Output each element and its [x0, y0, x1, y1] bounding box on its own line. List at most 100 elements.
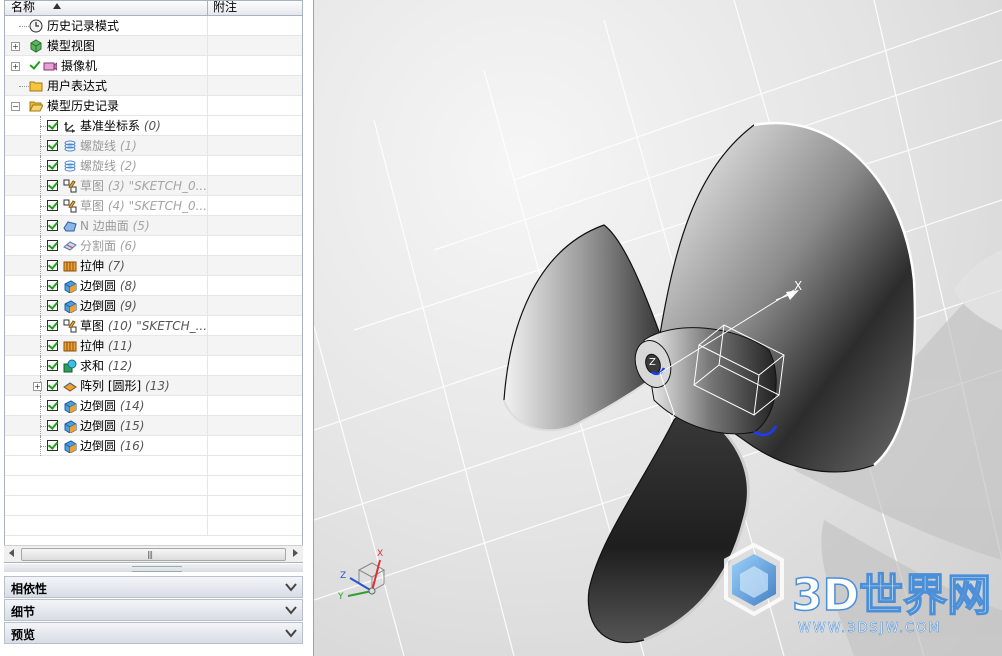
scroll-left-arrow-icon[interactable] — [9, 549, 14, 557]
feature-visibility-checkbox[interactable] — [47, 360, 58, 371]
tree-row-model-history[interactable]: − 模型历史记录 — [5, 96, 302, 116]
feature-visibility-checkbox[interactable] — [47, 320, 58, 331]
expand-plus-icon[interactable]: + — [11, 62, 20, 71]
feature-visibility-checkbox[interactable] — [47, 120, 58, 131]
tree-line — [40, 266, 46, 267]
tree-line — [40, 286, 46, 287]
tree-row-feature[interactable]: 分割面 (6) — [5, 236, 302, 256]
edge-blend-icon — [64, 420, 77, 433]
tree-row-feature[interactable]: N 边曲面 (5) — [5, 216, 302, 236]
panel-dependencies[interactable]: 相依性 — [4, 576, 303, 598]
tree-row-feature[interactable]: 草图 (4) "SKETCH_0... — [5, 196, 302, 216]
column-notes-header[interactable]: 附注 — [213, 1, 237, 15]
chevron-down-icon[interactable] — [284, 626, 298, 640]
tree-row-feature[interactable]: 螺旋线 (2) — [5, 156, 302, 176]
feature-visibility-checkbox[interactable] — [47, 340, 58, 351]
helix-icon — [64, 140, 76, 152]
tree-row-feature[interactable]: 边倒圆 (8) — [5, 276, 302, 296]
tree-row-feature[interactable]: 草图 (3) "SKETCH_0... — [5, 176, 302, 196]
extrude-icon — [63, 341, 77, 352]
horizontal-scrollbar[interactable]: ||| — [4, 545, 303, 562]
tree-row-feature[interactable]: + 阵列 [圆形] (13) — [5, 376, 302, 396]
feature-visibility-checkbox[interactable] — [47, 160, 58, 171]
tree-line — [40, 326, 46, 327]
feature-number: (14) — [119, 399, 145, 413]
tree-row-label: 拉伸 (7) — [80, 258, 125, 274]
tree-row-feature[interactable]: 螺旋线 (1) — [5, 136, 302, 156]
feature-visibility-checkbox[interactable] — [47, 180, 58, 191]
feature-visibility-checkbox[interactable] — [47, 380, 58, 391]
tree-row-history-mode[interactable]: 历史记录模式 — [5, 16, 302, 36]
panel-splitter[interactable] — [4, 564, 303, 572]
feature-name: 边倒圆 — [80, 419, 117, 433]
datum-csys-icon — [64, 122, 75, 133]
datum-y-label: Y — [667, 411, 676, 425]
expand-plus-icon[interactable]: + — [11, 42, 20, 51]
pattern-icon — [63, 382, 77, 392]
collapse-minus-icon[interactable]: − — [11, 102, 20, 111]
feature-number: (4) "SKETCH_0... — [107, 199, 208, 213]
panel-preview[interactable]: 预览 — [4, 622, 303, 644]
feature-number: (16) — [119, 439, 145, 453]
feature-visibility-checkbox[interactable] — [47, 200, 58, 211]
chevron-down-icon[interactable] — [284, 603, 298, 617]
visible-check-icon[interactable] — [29, 59, 39, 69]
model-scene: X Y Z X Y Z 3D世界网 WWW.3DSJW.COM — [314, 0, 1002, 656]
feature-number: (0) — [143, 119, 161, 133]
feature-visibility-checkbox[interactable] — [47, 420, 58, 431]
part-navigator: 名称 附注 历史记录模式 + 模型视图 + 摄像机 用户表达式 − 模型历史记录… — [0, 0, 314, 656]
tree-row-label: 边倒圆 (16) — [80, 438, 144, 454]
tree-line — [40, 126, 46, 127]
tree-row-empty — [5, 476, 302, 496]
tree-row-feature[interactable]: 边倒圆 (16) — [5, 436, 302, 456]
scroll-right-arrow-icon[interactable] — [293, 549, 298, 557]
feature-number: (2) — [119, 159, 137, 173]
feature-name: 拉伸 — [80, 259, 105, 273]
column-divider[interactable] — [207, 1, 208, 15]
tree-row-feature[interactable]: 拉伸 (7) — [5, 256, 302, 276]
tree-row-model-views[interactable]: + 模型视图 — [5, 36, 302, 56]
edge-blend-icon — [64, 440, 77, 453]
graphics-window[interactable]: X Y Z X Y Z 3D世界网 WWW.3DSJW.COM — [314, 0, 1002, 656]
tree-row-label: 草图 (3) "SKETCH_0... — [80, 178, 207, 194]
expand-plus-icon[interactable]: + — [33, 382, 42, 391]
feature-number: (10) "SKETCH_... — [107, 319, 208, 333]
feature-visibility-checkbox[interactable] — [47, 280, 58, 291]
tree-row-feature[interactable]: 边倒圆 (14) — [5, 396, 302, 416]
edge-blend-icon — [64, 280, 77, 293]
feature-visibility-checkbox[interactable] — [47, 260, 58, 271]
feature-visibility-checkbox[interactable] — [47, 400, 58, 411]
tree-row-feature[interactable]: 草图 (10) "SKETCH_... — [5, 316, 302, 336]
feature-visibility-checkbox[interactable] — [47, 440, 58, 451]
column-header: 名称 附注 — [5, 1, 302, 16]
tree-row-cameras[interactable]: + 摄像机 — [5, 56, 302, 76]
feature-number: (15) — [119, 419, 145, 433]
tree-row-user-expressions[interactable]: 用户表达式 — [5, 76, 302, 96]
feature-name: 基准坐标系 — [80, 119, 141, 133]
feature-visibility-checkbox[interactable] — [47, 220, 58, 231]
tree-row-label: 用户表达式 — [47, 79, 108, 93]
feature-visibility-checkbox[interactable] — [47, 140, 58, 151]
datum-x-label: X — [794, 279, 802, 293]
tree-row-feature[interactable]: 边倒圆 (9) — [5, 296, 302, 316]
column-name-header[interactable]: 名称 — [11, 1, 35, 15]
folder-icon — [29, 81, 43, 92]
feature-name: 求和 — [80, 359, 105, 373]
tree-row-label: 模型历史记录 — [47, 99, 120, 113]
tree-line — [40, 186, 46, 187]
feature-visibility-checkbox[interactable] — [47, 300, 58, 311]
chevron-down-icon[interactable] — [284, 580, 298, 594]
tree-row-feature[interactable]: 边倒圆 (15) — [5, 416, 302, 436]
tree-row-feature[interactable]: 拉伸 (11) — [5, 336, 302, 356]
scroll-thumb[interactable]: ||| — [21, 548, 286, 561]
feature-number: (3) "SKETCH_0... — [107, 179, 208, 193]
tree-row-label: 基准坐标系 (0) — [80, 118, 161, 134]
tree-row-feature[interactable]: 求和 (12) — [5, 356, 302, 376]
feature-visibility-checkbox[interactable] — [47, 240, 58, 251]
panel-details[interactable]: 细节 — [4, 599, 303, 621]
tree-row-feature[interactable]: 基准坐标系 (0) — [5, 116, 302, 136]
tree-line — [40, 226, 46, 227]
tree-row-label: 草图 (10) "SKETCH_... — [80, 318, 207, 334]
clock-icon — [29, 19, 43, 33]
tree-row-label: 求和 (12) — [80, 358, 132, 374]
